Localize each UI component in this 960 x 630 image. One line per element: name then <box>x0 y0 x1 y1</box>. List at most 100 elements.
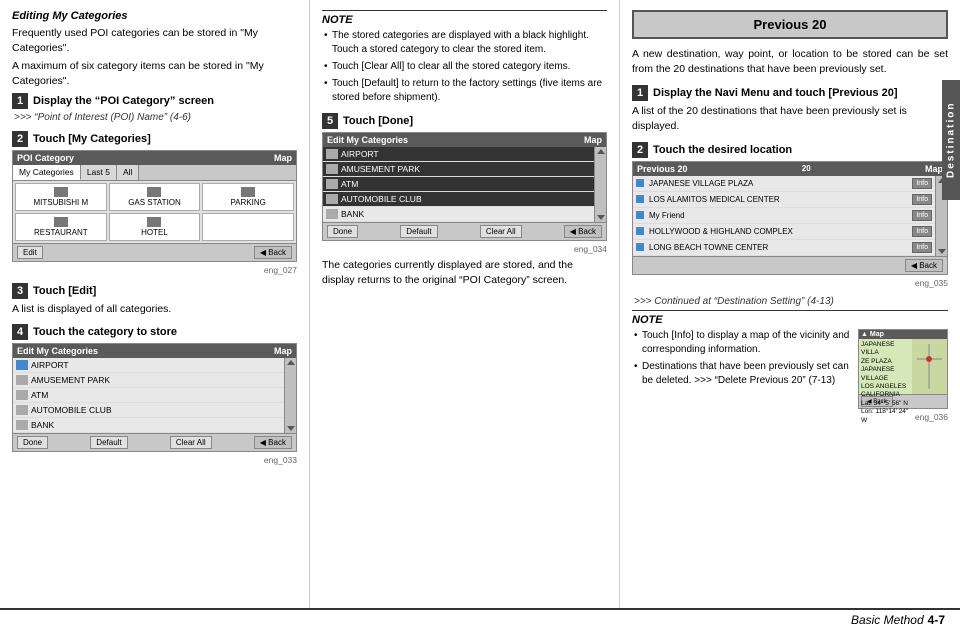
map-line7: Lon: 118°14' 24" W <box>861 408 910 425</box>
editing-body2: A maximum of six category items can be s… <box>12 59 297 88</box>
row-myfriend[interactable]: My Friend Info <box>633 208 935 224</box>
map-screen-container: ▲ Map JAPANESE VILLA ZE PLAZA JAPANESE V… <box>858 329 948 426</box>
info-btn-lbtc[interactable]: Info <box>912 242 932 253</box>
step3-container: 3 Touch [Edit] A list is displayed of al… <box>12 283 297 317</box>
bottom-label: Basic Method <box>851 613 924 627</box>
screen-body-wrapper3: AIRPORT AMUSEMENT PARK ATM AUTOMOBILE CL… <box>323 147 606 222</box>
back-btn2[interactable]: ◀ Back <box>254 436 292 449</box>
back-btn4[interactable]: ◀ Back <box>905 259 943 272</box>
info-btn-jvp[interactable]: Info <box>912 178 932 189</box>
screen-header4-left: Previous 20 <box>637 164 688 174</box>
right-step2-container: 2 Touch the desired location Previous 20… <box>632 142 948 288</box>
caption-eng033: eng_033 <box>12 455 297 465</box>
row-myfriend-text: My Friend <box>649 211 685 220</box>
edit-button[interactable]: Edit <box>17 246 43 259</box>
info-btn-hollywood[interactable]: Info <box>912 226 932 237</box>
right-step1-container: 1 Display the Navi Menu and touch [Previ… <box>632 85 948 133</box>
note-bullet2: Touch [Clear All] to clear all the store… <box>322 60 607 74</box>
default-btn[interactable]: Default <box>90 436 127 449</box>
screen-grid: MITSUBISHI M GAS STATION PARKING RESTAUR… <box>13 181 296 243</box>
step1-container: 1 Display the “POI Category” screen >>> … <box>12 93 297 123</box>
right-step2-header: 2 Touch the desired location <box>632 142 948 158</box>
screen-header3-right: Map <box>584 135 602 145</box>
back-btn3[interactable]: ◀ Back <box>564 225 602 238</box>
screen-header: POI Category Map <box>13 151 296 165</box>
note-bullet3: Touch [Default] to return to the factory… <box>322 77 607 105</box>
note-section: NOTE The stored categories are displayed… <box>322 10 607 105</box>
caption-eng027: eng_027 <box>12 265 297 275</box>
page-container: Editing My Categories Frequently used PO… <box>0 0 960 608</box>
right-step1-num: 1 <box>632 85 648 101</box>
bottom-bar: Basic Method 4-7 <box>0 608 960 630</box>
grid-item-hotel[interactable]: HOTEL <box>109 213 201 241</box>
screen-eng035: Previous 20 20 Map JAPANESE VILLAGE PLAZ… <box>632 161 948 275</box>
tab-last5[interactable]: Last 5 <box>81 165 117 180</box>
map-line2: ZE PLAZA <box>861 358 910 366</box>
back-btn[interactable]: ◀ Back <box>254 246 292 259</box>
step4-label: Touch the category to store <box>33 326 177 338</box>
tab-all[interactable]: All <box>117 165 139 180</box>
done-btn3[interactable]: Done <box>327 225 358 238</box>
grid-item-restaurant[interactable]: RESTAURANT <box>15 213 107 241</box>
clear-all-btn3[interactable]: Clear All <box>480 225 522 238</box>
row-lbtc[interactable]: LONG BEACH TOWNE CENTER Info <box>633 240 935 256</box>
screen-header2-left: Edit My Categories <box>17 346 98 356</box>
row5-bank[interactable]: BANK <box>323 207 594 222</box>
screen-footer3: Done Default Clear All ◀ Back <box>323 222 606 240</box>
map-line5: CALIFORNIA <box>861 391 910 399</box>
step1-label: Display the “POI Category” screen <box>33 95 214 107</box>
grid-item-parking[interactable]: PARKING <box>202 183 294 211</box>
scroll-bar3[interactable] <box>594 147 606 222</box>
map-visual <box>912 339 947 394</box>
screen-header4-right: Map <box>925 164 943 174</box>
row-airport[interactable]: AIRPORT <box>13 358 284 373</box>
step4-container: 4 Touch the category to store Edit My Ca… <box>12 324 297 465</box>
row5-auto-club[interactable]: AUTOMOBILE CLUB <box>323 192 594 207</box>
row-lamc[interactable]: LOS ALAMITOS MEDICAL CENTER Info <box>633 192 935 208</box>
caption-eng035: eng_035 <box>632 278 948 288</box>
scroll-down3-icon[interactable] <box>597 215 605 220</box>
scroll-down4-icon[interactable] <box>938 249 946 254</box>
info-btn-lamc[interactable]: Info <box>912 194 932 205</box>
row-auto-club[interactable]: AUTOMOBILE CLUB <box>13 403 284 418</box>
row-amusement[interactable]: AMUSEMENT PARK <box>13 373 284 388</box>
editing-body1: Frequently used POI categories can be st… <box>12 26 297 55</box>
row5-amusement[interactable]: AMUSEMENT PARK <box>323 162 594 177</box>
row-hollywood[interactable]: HOLLYWOOD & HIGHLAND COMPLEX Info <box>633 224 935 240</box>
map-line1: JAPANESE VILLA <box>861 341 910 358</box>
right-note-bullet1: Touch [Info] to display a map of the vic… <box>632 329 852 357</box>
note-bullet1: The stored categories are displayed with… <box>322 29 607 57</box>
step5-header: 5 Touch [Done] <box>322 113 607 129</box>
screen-rows3: AIRPORT AMUSEMENT PARK ATM AUTOMOBILE CL… <box>323 147 594 222</box>
clear-all-btn[interactable]: Clear All <box>170 436 212 449</box>
step3-header: 3 Touch [Edit] <box>12 283 297 299</box>
row5-atm[interactable]: ATM <box>323 177 594 192</box>
step5-label: Touch [Done] <box>343 115 413 127</box>
tab-my-categories[interactable]: My Categories <box>13 165 81 180</box>
screen-footer4: ◀ Back <box>633 256 947 274</box>
info-btn-myfriend[interactable]: Info <box>912 210 932 221</box>
screen-header5: ▲ Map <box>859 330 947 339</box>
grid-item-gas[interactable]: GAS STATION <box>109 183 201 211</box>
scroll-bar[interactable] <box>284 358 296 433</box>
step5-body: The categories currently displayed are s… <box>322 258 607 287</box>
step3-label: Touch [Edit] <box>33 285 96 297</box>
default-btn3[interactable]: Default <box>400 225 437 238</box>
screen-header5-left: ▲ Map <box>861 331 884 338</box>
grid-item-mitsubishi[interactable]: MITSUBISHI M <box>15 183 107 211</box>
previous20-box: Previous 20 <box>632 10 948 39</box>
scroll-down-icon[interactable] <box>287 426 295 431</box>
row-bank[interactable]: BANK <box>13 418 284 433</box>
scroll-up-icon[interactable] <box>287 360 295 365</box>
screen-eng036: ▲ Map JAPANESE VILLA ZE PLAZA JAPANESE V… <box>858 329 948 409</box>
screen-rows: AIRPORT AMUSEMENT PARK ATM AUTOMOBILE CL… <box>13 358 284 433</box>
row-jvp[interactable]: JAPANESE VILLAGE PLAZA Info <box>633 176 935 192</box>
row5-airport[interactable]: AIRPORT <box>323 147 594 162</box>
right-note-bullet2: Destinations that have been previously s… <box>632 360 852 388</box>
step1-header: 1 Display the “POI Category” screen <box>12 93 297 109</box>
done-btn[interactable]: Done <box>17 436 48 449</box>
scroll-up3-icon[interactable] <box>597 149 605 154</box>
step3-body: A list is displayed of all categories. <box>12 302 297 317</box>
row-atm[interactable]: ATM <box>13 388 284 403</box>
step5-container: 5 Touch [Done] Edit My Categories Map AI… <box>322 113 607 287</box>
